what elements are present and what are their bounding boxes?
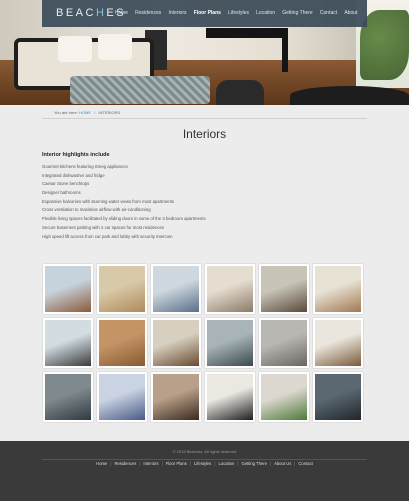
nav-item-contact[interactable]: Contact: [316, 10, 340, 16]
nav-item-lifestyles[interactable]: Lifestyles: [225, 10, 253, 16]
gallery-thumbnail[interactable]: [313, 264, 363, 314]
white-bedroom-photo: [207, 374, 253, 420]
gallery-thumbnail[interactable]: [151, 318, 201, 368]
breadcrumb: You are here: HOME / INTERIORS: [42, 107, 367, 119]
breadcrumb-current: INTERIORS: [98, 110, 121, 115]
header: BEACHES Home Residences Interiors Floor Pla…: [0, 0, 409, 105]
footer-separator: |: [294, 461, 296, 466]
wood-door-photo: [99, 320, 145, 366]
nav-item-interiors[interactable]: Interiors: [165, 10, 190, 16]
gallery-thumbnail[interactable]: [313, 372, 363, 422]
footer-separator: |: [237, 461, 239, 466]
glass-balcony-photo: [207, 320, 253, 366]
bathroom-vanity-photo: [45, 374, 91, 420]
main-nav: Home Residences Interiors Floor Plans Lifest…: [111, 10, 361, 16]
nav-item-floor-plans[interactable]: Floor Plans: [190, 10, 224, 16]
nav-item-getting-there[interactable]: Getting There: [279, 10, 317, 16]
footer-link-location[interactable]: Location: [219, 461, 235, 466]
highlight-item: Gourmet kitchens featuring Smeg applianc…: [42, 164, 128, 169]
bedroom-photo: [207, 266, 253, 312]
gallery-thumbnail[interactable]: [205, 264, 255, 314]
highlights-list: Gourmet kitchens featuring Smeg applianc…: [42, 163, 206, 241]
master-bedroom-photo: [315, 266, 361, 312]
nav-item-home[interactable]: Home: [111, 10, 132, 16]
footer-link-lifestyles[interactable]: Lifestyles: [194, 461, 211, 466]
highlight-item: Cross ventilation to maximise airflow wi…: [42, 207, 151, 213]
footer-separator: |: [139, 461, 141, 466]
logo-text: BEAC: [56, 7, 96, 19]
footer-link-residences[interactable]: Residences: [114, 461, 136, 466]
gallery-thumbnail[interactable]: [205, 372, 255, 422]
gallery-thumbnail[interactable]: [259, 372, 309, 422]
copyright: © 2015 Beaches. All rights reserved: [172, 449, 237, 454]
footer-divider: [42, 459, 367, 460]
footer-separator: |: [161, 461, 163, 466]
blue-bedroom-photo: [99, 374, 145, 420]
highlight-item: Designer bathrooms: [42, 190, 81, 196]
footer-link-contact[interactable]: Contact: [298, 461, 312, 466]
view-photo: [45, 320, 91, 366]
footer-link-about-us[interactable]: About Us: [274, 461, 291, 466]
gallery-thumbnail[interactable]: [259, 318, 309, 368]
gallery-thumbnail[interactable]: [43, 318, 93, 368]
lounge-green-photo: [261, 374, 307, 420]
footer: © 2015 Beaches. All rights reserved Home…: [0, 441, 409, 501]
gallery-thumbnail[interactable]: [43, 264, 93, 314]
highlight-item: Integrated dishwasher and fridge: [42, 172, 105, 178]
page-title: Interiors: [182, 127, 227, 141]
stairs-photo: [153, 374, 199, 420]
highlight-item: Secure basement parking with 2 car space…: [42, 224, 165, 230]
highlight-item: Flexible living spaces facilitated by sl…: [42, 216, 206, 222]
footer-separator: |: [214, 461, 216, 466]
living-room-photo: [45, 266, 91, 312]
footer-separator: |: [110, 461, 112, 466]
gallery-thumbnail[interactable]: [313, 318, 363, 368]
gallery-thumbnail[interactable]: [151, 264, 201, 314]
gallery-thumbnail[interactable]: [259, 264, 309, 314]
gallery-thumbnail[interactable]: [151, 372, 201, 422]
footer-separator: |: [269, 461, 272, 466]
nav-item-about[interactable]: About: [341, 10, 361, 16]
gallery-thumbnail[interactable]: [97, 372, 147, 422]
footer-link-interiors[interactable]: Interiors: [143, 461, 158, 466]
highlight-item: Caesar Stone benchtops: [42, 181, 90, 187]
footer-link-home[interactable]: Home: [96, 461, 107, 466]
breadcrumb-separator: /: [94, 110, 96, 115]
highlight-item: High speed lift access from car park and…: [42, 233, 173, 239]
photo-gallery: [43, 264, 365, 422]
nav-item-location[interactable]: Location: [253, 10, 279, 16]
top-navbar: BEACHES Home Residences Interiors Floor Pla…: [42, 0, 367, 27]
highlights-heading: Interior highlights include: [42, 152, 110, 158]
dining-photo: [153, 320, 199, 366]
highlight-item: Expansive balconies with stunning water …: [42, 198, 175, 204]
bedroom-blue-photo: [153, 266, 199, 312]
footer-link-getting-there[interactable]: Getting There: [241, 461, 267, 466]
bathroom-photo: [261, 320, 307, 366]
gallery-thumbnail[interactable]: [97, 318, 147, 368]
footer-nav: Home | Residences | Interiors | Floor Plans | Li…: [0, 461, 409, 466]
lounge-art-photo: [99, 266, 145, 312]
nav-item-residences[interactable]: Residences: [132, 10, 165, 16]
balcony-view-photo: [261, 266, 307, 312]
breadcrumb-prefix: You are here:: [54, 110, 78, 115]
kitchen-photo: [315, 320, 361, 366]
breadcrumb-home-link[interactable]: HOME: [79, 110, 91, 115]
gallery-thumbnail[interactable]: [43, 372, 93, 422]
staircase-glass-photo: [315, 374, 361, 420]
footer-separator: |: [189, 461, 191, 466]
gallery-thumbnail[interactable]: [205, 318, 255, 368]
logo-accent: H: [95, 7, 107, 19]
footer-link-floor-plans[interactable]: Floor Plans: [166, 461, 187, 466]
gallery-thumbnail[interactable]: [97, 264, 147, 314]
